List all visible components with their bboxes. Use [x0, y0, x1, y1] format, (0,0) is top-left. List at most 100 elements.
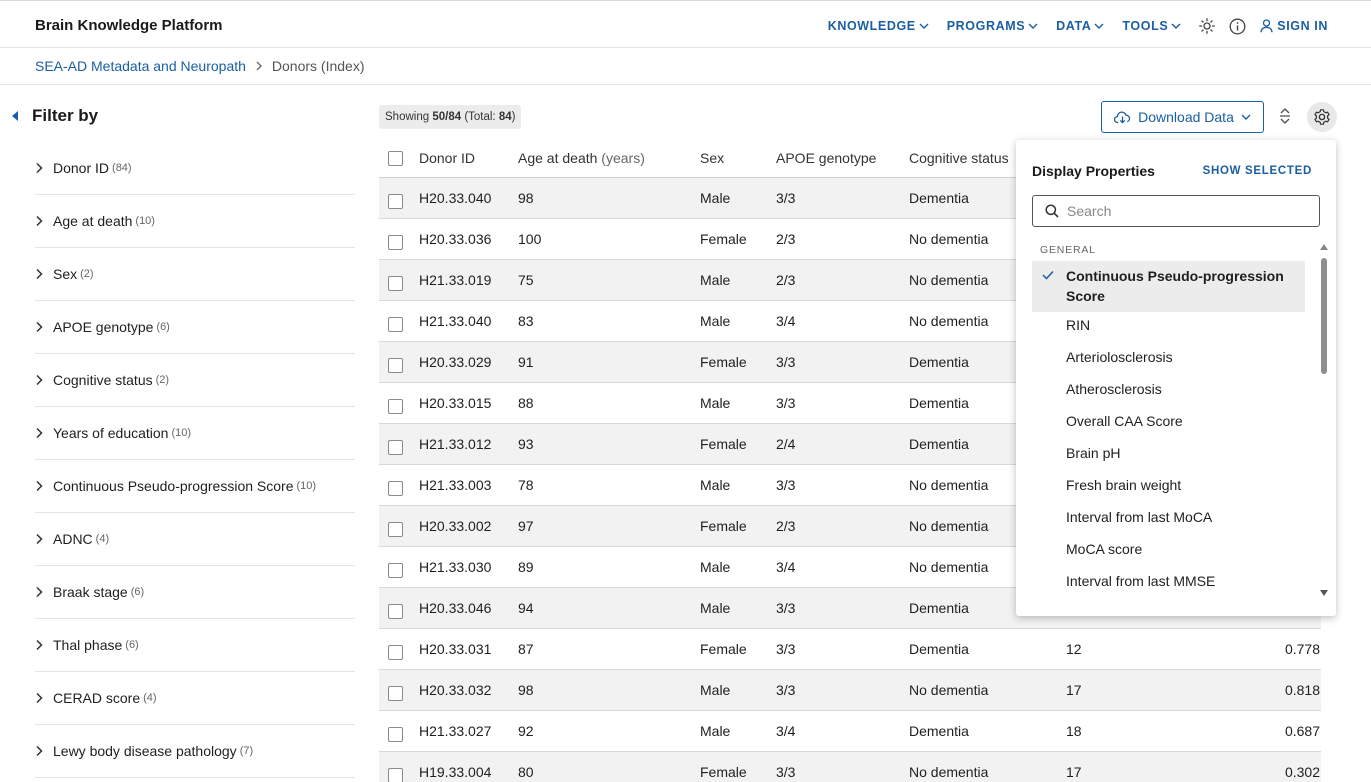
property-option[interactable]: MoCA score [1032, 536, 1305, 568]
nav-tools-label: TOOLS [1122, 19, 1169, 33]
cell-cognitive-status: No dementia [909, 518, 989, 534]
property-option[interactable]: Continuous Pseudo-progression Score [1032, 261, 1305, 312]
nav-knowledge[interactable]: KNOWLEDGE [828, 19, 929, 33]
property-option[interactable]: Arteriolosclerosis [1032, 344, 1305, 376]
nav-data[interactable]: DATA [1056, 19, 1104, 33]
nav-tools[interactable]: TOOLS [1122, 19, 1181, 33]
cell-sex: Male [700, 600, 731, 616]
breadcrumb-parent-link[interactable]: SEA-AD Metadata and Neuropath [35, 58, 246, 74]
sign-in-button[interactable]: SIGN IN [1260, 19, 1328, 33]
filter-item[interactable]: Continuous Pseudo-progression Score (10) [35, 460, 355, 513]
chevron-right-icon [36, 692, 43, 704]
filter-item[interactable]: Sex (2) [35, 248, 355, 301]
filter-item[interactable]: Braak stage (6) [35, 566, 355, 619]
filter-item[interactable]: APOE genotype (6) [35, 301, 355, 354]
chevron-right-icon [36, 533, 43, 545]
row-checkbox[interactable] [388, 357, 403, 373]
download-data-button[interactable]: Download Data [1101, 101, 1264, 133]
brand-title[interactable]: Brain Knowledge Platform [35, 17, 223, 34]
chevron-right-icon [36, 427, 43, 439]
row-checkbox[interactable] [388, 275, 403, 291]
row-checkbox[interactable] [388, 562, 403, 578]
property-option-label: RIN [1066, 317, 1091, 333]
select-all-checkbox[interactable] [388, 150, 403, 166]
cell-age: 89 [518, 559, 534, 575]
filter-count: (10) [171, 427, 192, 439]
filter-item[interactable]: Age at death (10) [35, 195, 355, 248]
property-option[interactable]: Atherosclerosis [1032, 376, 1305, 408]
property-option[interactable]: Brain pH [1032, 440, 1305, 472]
cell-years-education: 12 [1066, 641, 1082, 657]
row-checkbox[interactable] [388, 439, 403, 455]
column-header-age[interactable]: Age at death (years) [518, 150, 645, 166]
scroll-thumb[interactable] [1321, 258, 1327, 374]
property-list: Continuous Pseudo-progression Score RIN Ar… [1032, 261, 1305, 600]
cell-donor-id: H21.33.003 [419, 477, 492, 493]
table-row[interactable]: H20.33.032 98 Male 3/3 No dementia 17 0.818 [379, 670, 1321, 711]
property-option[interactable]: Fresh brain weight [1032, 472, 1305, 504]
breadcrumb-current: Donors (Index) [271, 58, 365, 74]
column-header-apoe[interactable]: APOE genotype [776, 150, 876, 166]
nav-programs[interactable]: PROGRAMS [947, 19, 1038, 33]
cell-apoe: 3/3 [776, 641, 796, 657]
property-option[interactable]: Interval from last MMSE [1032, 568, 1305, 600]
cell-age: 92 [518, 723, 534, 739]
table-row[interactable]: H21.33.027 92 Male 3/4 Dementia 18 0.687 [379, 711, 1321, 752]
cell-apoe: 3/3 [776, 600, 796, 616]
row-checkbox[interactable] [388, 685, 403, 701]
theme-toggle-button[interactable] [1199, 18, 1216, 34]
sun-icon [1199, 18, 1216, 34]
cell-cognitive-status: Dementia [909, 600, 969, 616]
display-settings-button[interactable] [1307, 102, 1337, 132]
cell-age: 88 [518, 395, 534, 411]
table-row[interactable]: H19.33.004 80 Female 3/3 No dementia 17 0.302 [379, 752, 1321, 782]
row-checkbox[interactable] [388, 398, 403, 414]
row-checkbox[interactable] [388, 193, 403, 209]
row-checkbox[interactable] [388, 234, 403, 250]
filter-item[interactable]: ADNC (4) [35, 513, 355, 566]
cell-donor-id: H21.33.040 [419, 313, 492, 329]
row-checkbox[interactable] [388, 726, 403, 742]
cloud-download-icon [1114, 111, 1131, 124]
filter-item[interactable]: Donor ID (84) [35, 142, 355, 195]
scroll-down-arrow[interactable] [1320, 590, 1328, 596]
row-checkbox[interactable] [388, 316, 403, 332]
filter-title: Filter by [32, 106, 99, 125]
cell-donor-id: H21.33.012 [419, 436, 492, 452]
row-checkbox[interactable] [388, 521, 403, 537]
column-header-sex[interactable]: Sex [700, 150, 724, 166]
filter-item[interactable]: Lewy body disease pathology (7) [35, 725, 355, 778]
property-list-scrollbar[interactable] [1320, 244, 1328, 596]
cell-years-education: 18 [1066, 723, 1082, 739]
filter-item[interactable]: Years of education (10) [35, 407, 355, 460]
cell-age: 75 [518, 272, 534, 288]
property-search-input[interactable] [1067, 203, 1297, 219]
scroll-up-arrow[interactable] [1320, 244, 1328, 250]
row-checkbox[interactable] [388, 603, 403, 619]
cell-sex: Male [700, 723, 731, 739]
cell-age: 94 [518, 600, 534, 616]
sort-button[interactable] [1277, 107, 1293, 128]
sort-icon [1280, 108, 1290, 124]
property-option[interactable]: Overall CAA Score [1032, 408, 1305, 440]
row-checkbox[interactable] [388, 767, 403, 782]
collapse-sidebar-icon[interactable] [12, 111, 18, 121]
property-option-label: Interval from last MoCA [1066, 509, 1213, 525]
show-selected-button[interactable]: SHOW SELECTED [1203, 165, 1312, 177]
cell-donor-id: H20.33.029 [419, 354, 492, 370]
cell-pseudo-progression: 0.818 [1284, 682, 1320, 698]
row-checkbox[interactable] [388, 480, 403, 496]
property-option[interactable]: RIN [1032, 312, 1305, 344]
column-header-donor-id[interactable]: Donor ID [419, 150, 475, 166]
filter-label: Braak stage [53, 584, 128, 600]
property-option[interactable]: Interval from last MoCA [1032, 504, 1305, 536]
cell-donor-id: H20.33.032 [419, 682, 492, 698]
filter-item[interactable]: Thal phase (6) [35, 619, 355, 672]
info-button[interactable] [1229, 18, 1246, 35]
cell-sex: Female [700, 518, 747, 534]
row-checkbox[interactable] [388, 644, 403, 660]
column-header-cognitive-status[interactable]: Cognitive status [909, 150, 1009, 166]
filter-item[interactable]: Cognitive status (2) [35, 354, 355, 407]
filter-item[interactable]: CERAD score (4) [35, 672, 355, 725]
table-row[interactable]: H20.33.031 87 Female 3/3 Dementia 12 0.778 [379, 629, 1321, 670]
